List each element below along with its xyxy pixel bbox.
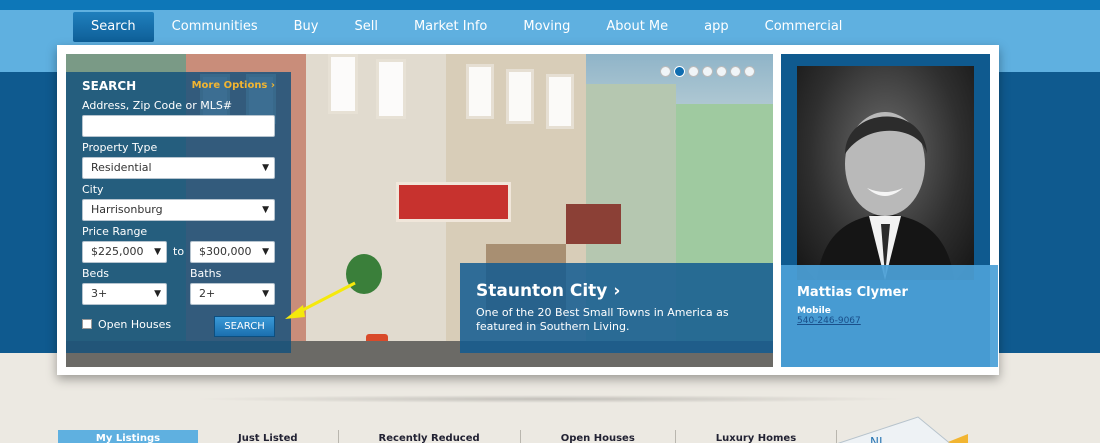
slider-dot-active[interactable] — [674, 66, 685, 77]
price-min-value: $225,000 — [91, 245, 144, 258]
nav-item-commercial[interactable]: Commercial — [747, 12, 861, 42]
envelope-icon[interactable]: NL — [808, 412, 968, 443]
baths-select[interactable]: 2+ ▼ — [190, 283, 275, 305]
price-to-label: to — [173, 245, 185, 258]
open-houses-label: Open Houses — [98, 318, 172, 331]
slider-dot[interactable] — [730, 66, 741, 77]
beds-value: 3+ — [91, 287, 108, 300]
chevron-right-icon: › — [613, 281, 621, 301]
slider-dot[interactable] — [716, 66, 727, 77]
address-label: Address, Zip Code or MLS# — [82, 99, 233, 112]
caption-text: One of the 20 Best Small Towns in Americ… — [476, 306, 729, 333]
beds-select[interactable]: 3+ ▼ — [82, 283, 167, 305]
city-select[interactable]: Harrisonburg ▼ — [82, 199, 275, 221]
agent-phone-link[interactable]: 540-246-9067 — [797, 316, 861, 326]
dropdown-caret-icon: ▼ — [154, 247, 161, 257]
top-strip — [0, 0, 1100, 10]
listing-tabs: My Listings Just Listed Recently Reduced… — [58, 430, 838, 443]
dropdown-caret-icon: ▼ — [262, 247, 269, 257]
price-max-value: $300,000 — [199, 245, 252, 258]
address-input[interactable] — [82, 115, 275, 137]
nav-item-app[interactable]: app — [686, 12, 746, 42]
property-type-select[interactable]: Residential ▼ — [82, 157, 275, 179]
dropdown-caret-icon: ▼ — [154, 289, 161, 299]
yellow-arrow-annotation-icon — [285, 281, 356, 319]
agent-card: Mattias Clymer Mobile 540-246-9067 — [781, 265, 998, 367]
dropdown-caret-icon: ▼ — [262, 289, 269, 299]
baths-label: Baths — [190, 267, 222, 280]
svg-text:NL: NL — [870, 435, 886, 443]
search-button[interactable]: SEARCH — [214, 316, 275, 337]
price-range-label: Price Range — [82, 225, 148, 238]
agent-name: Mattias Clymer — [797, 285, 908, 300]
nav-item-market-info[interactable]: Market Info — [396, 12, 505, 42]
more-options-label: More Options — [191, 80, 268, 91]
nav-item-communities[interactable]: Communities — [154, 12, 276, 42]
nav-item-moving[interactable]: Moving — [505, 12, 588, 42]
tab-open-houses[interactable]: Open Houses — [521, 430, 676, 443]
agent-phone-type: Mobile — [797, 306, 831, 316]
dropdown-caret-icon: ▼ — [262, 205, 269, 215]
slider-dots — [660, 66, 755, 77]
baths-value: 2+ — [199, 287, 216, 300]
divider-shadow — [190, 395, 910, 403]
slider-dot[interactable] — [702, 66, 713, 77]
price-max-select[interactable]: $300,000 ▼ — [190, 241, 275, 263]
search-panel: SEARCH More Options › Address, Zip Code … — [66, 72, 291, 353]
caption-title: Staunton City — [476, 281, 608, 301]
slider-dot[interactable] — [744, 66, 755, 77]
caption-title-link[interactable]: Staunton City › — [476, 281, 620, 301]
city-value: Harrisonburg — [91, 203, 163, 216]
property-type-label: Property Type — [82, 141, 158, 154]
slider-dot[interactable] — [660, 66, 671, 77]
city-label: City — [82, 183, 104, 196]
agent-photo — [797, 66, 974, 280]
slide-caption: Staunton City › One of the 20 Best Small… — [460, 263, 773, 353]
property-type-value: Residential — [91, 161, 152, 174]
nav-item-about-me[interactable]: About Me — [588, 12, 686, 42]
chevron-right-icon: › — [270, 80, 275, 91]
tab-recently-reduced[interactable]: Recently Reduced — [339, 430, 521, 443]
open-houses-checkbox[interactable] — [82, 319, 92, 329]
tab-my-listings[interactable]: My Listings — [58, 430, 198, 443]
slider-dot[interactable] — [688, 66, 699, 77]
beds-label: Beds — [82, 267, 110, 280]
search-title: SEARCH — [82, 79, 137, 93]
nav-item-sell[interactable]: Sell — [336, 12, 395, 42]
nav-item-buy[interactable]: Buy — [276, 12, 337, 42]
main-nav: Search Communities Buy Sell Market Info … — [73, 12, 860, 42]
price-min-select[interactable]: $225,000 ▼ — [82, 241, 167, 263]
dropdown-caret-icon: ▼ — [262, 163, 269, 173]
tab-just-listed[interactable]: Just Listed — [198, 430, 339, 443]
more-options-link[interactable]: More Options › — [192, 80, 275, 91]
nav-item-search[interactable]: Search — [73, 12, 154, 42]
